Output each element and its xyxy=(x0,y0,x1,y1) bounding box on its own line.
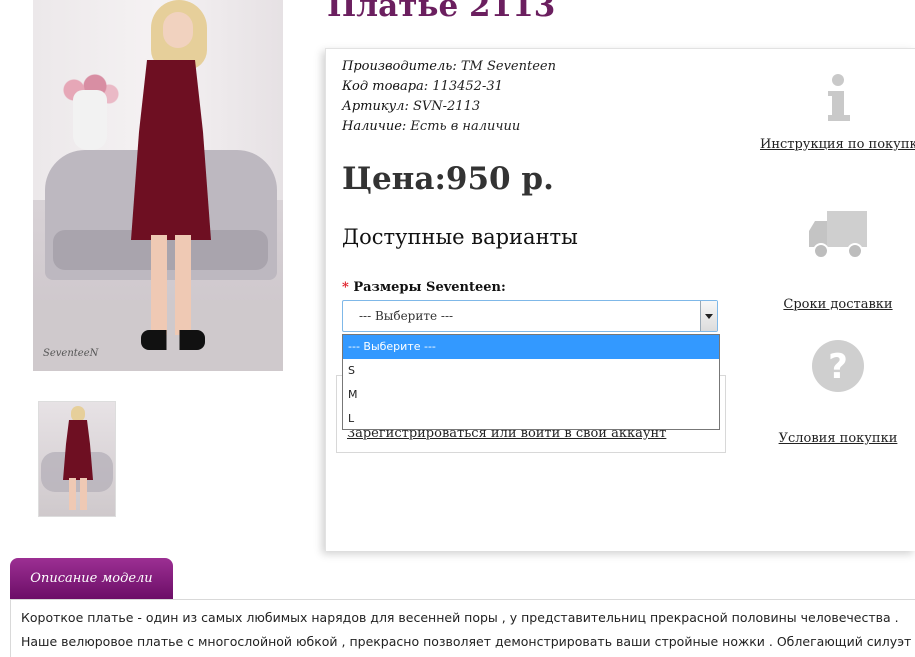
product-main-image[interactable]: SeventeeN xyxy=(33,0,283,371)
product-info-card: Производитель: TM Seventeen Код товара: … xyxy=(325,48,915,551)
product-price: Цена:950 р. xyxy=(342,161,554,197)
side-link-label: Сроки доставки xyxy=(783,297,893,312)
info-icon xyxy=(828,74,850,121)
chevron-down-icon[interactable] xyxy=(700,301,717,331)
description-line: Короткое платье - один из самых любимых … xyxy=(21,610,899,625)
prop-manufacturer: Производитель: TM Seventeen xyxy=(342,59,556,74)
product-thumbnail[interactable] xyxy=(38,401,116,517)
thumb-head xyxy=(71,406,85,422)
truck-icon xyxy=(809,211,867,259)
prop-product-code: Код товара: 113452-31 xyxy=(342,79,503,94)
description-line: Наше велюровое платье с многослойной юбк… xyxy=(21,634,911,649)
model-shoes xyxy=(141,330,205,350)
page-title: Платье 2113 xyxy=(327,0,556,24)
tab-description[interactable]: Описание модели xyxy=(10,558,173,600)
size-select-value: --- Выберите --- xyxy=(359,309,454,323)
prop-article: Артикул: SVN-2113 xyxy=(342,99,481,114)
thumb-legs xyxy=(69,478,87,510)
size-label: * Размеры Seventeen: xyxy=(342,280,506,295)
required-mark: * xyxy=(342,280,349,295)
side-link-instructions[interactable]: Инструкция по покупке xyxy=(760,73,915,152)
model-legs xyxy=(151,235,191,335)
side-link-delivery[interactable]: Сроки доставки xyxy=(760,209,915,312)
size-option[interactable]: --- Выберите --- xyxy=(343,335,719,359)
question-icon: ? xyxy=(812,340,864,392)
size-option[interactable]: S xyxy=(343,359,719,383)
model-face xyxy=(163,12,193,48)
product-properties: Производитель: TM Seventeen Код товара: … xyxy=(342,57,556,137)
size-option[interactable]: M xyxy=(343,383,719,407)
photo-vase xyxy=(73,90,107,150)
size-option[interactable]: L xyxy=(343,407,719,431)
description-panel: Короткое платье - один из самых любимых … xyxy=(10,599,915,657)
size-select[interactable]: --- Выберите --- xyxy=(342,300,718,332)
svg-text:?: ? xyxy=(828,347,848,387)
size-dropdown-list: --- Выберите --- S M L xyxy=(342,334,720,430)
side-link-label: Условия покупки xyxy=(778,431,898,446)
description-text: Короткое платье - один из самых любимых … xyxy=(21,606,911,654)
side-link-label: Инструкция по покупке xyxy=(760,137,915,152)
variants-heading: Доступные варианты xyxy=(342,225,578,249)
prop-availability: Наличие: Есть в наличии xyxy=(342,119,521,134)
brand-watermark: SeventeeN xyxy=(43,348,99,359)
thumb-dress xyxy=(63,420,93,480)
side-link-conditions[interactable]: ? Условия покупки xyxy=(760,339,915,446)
